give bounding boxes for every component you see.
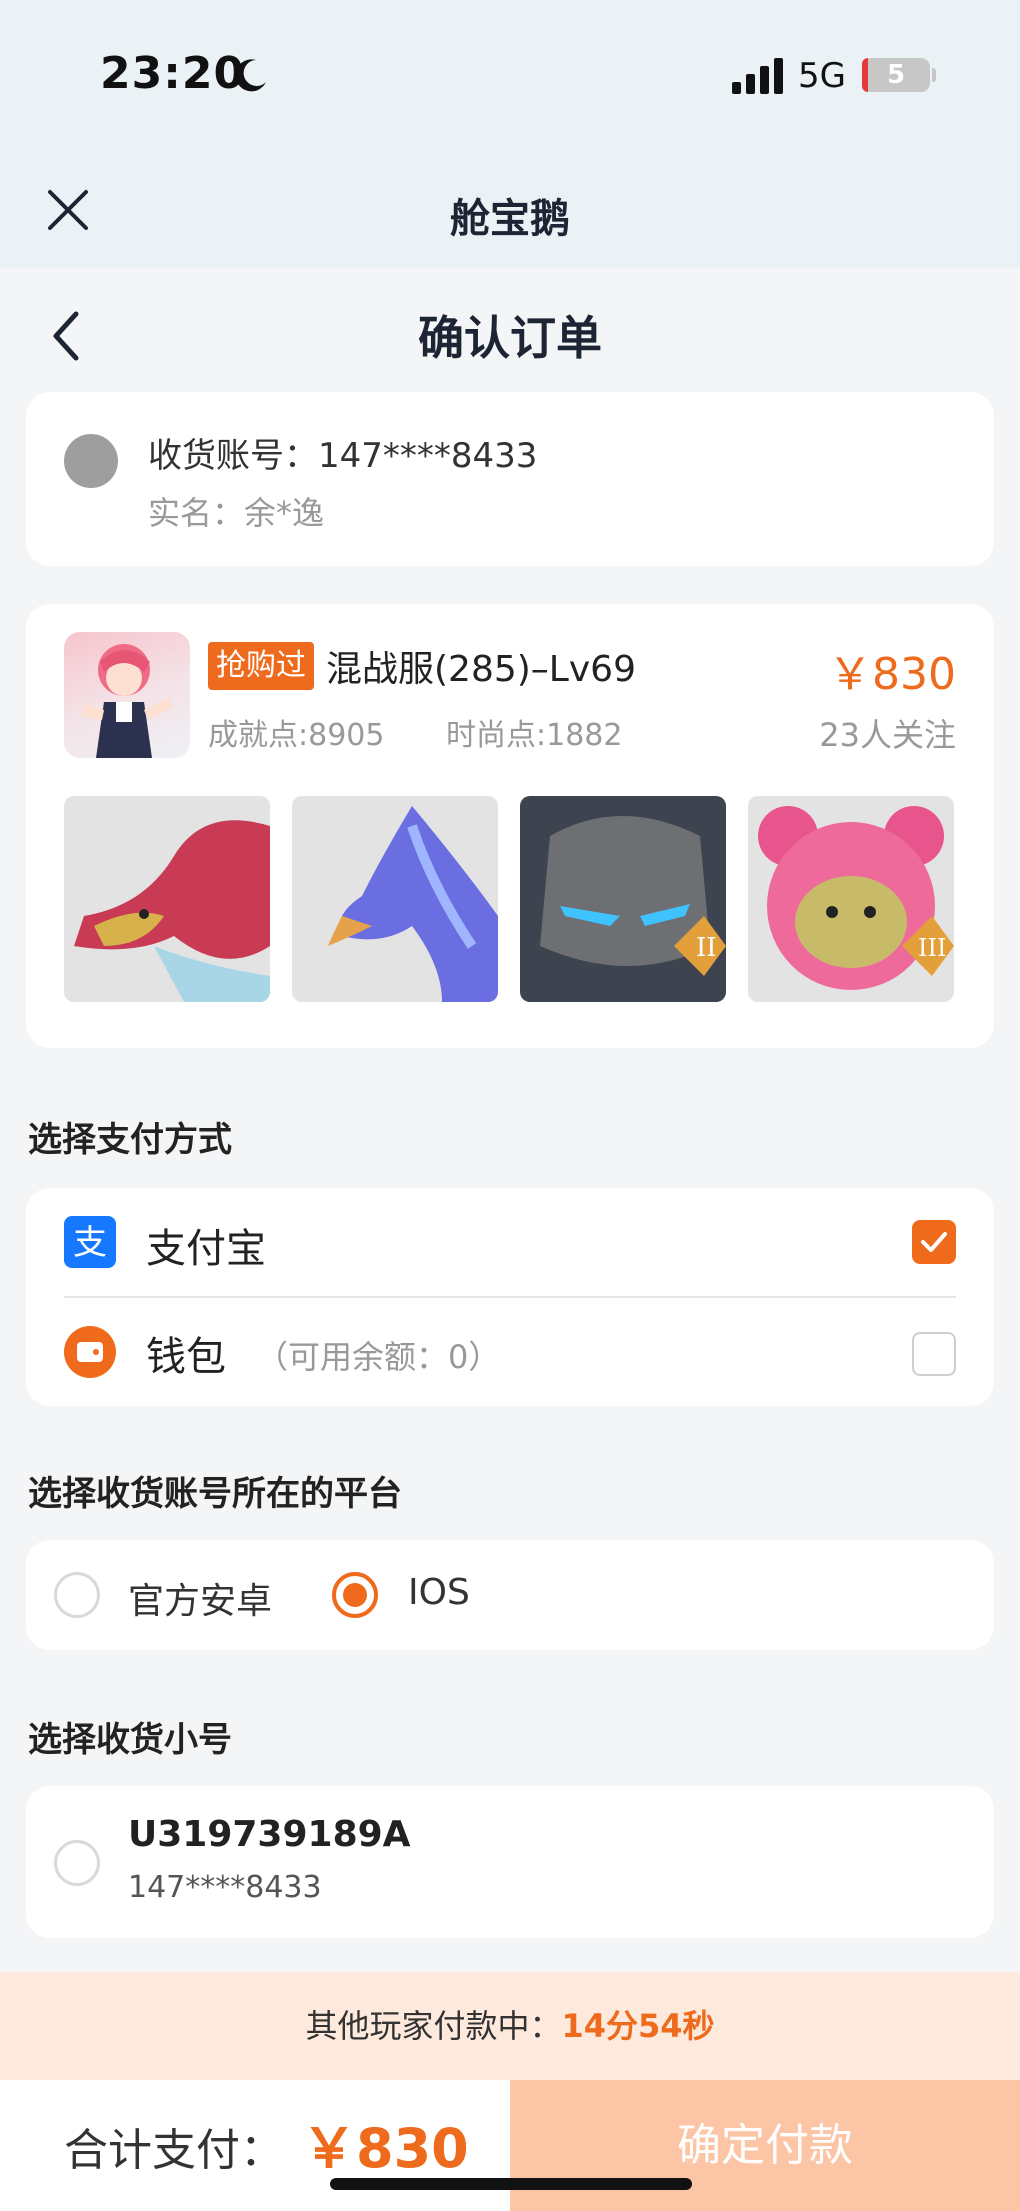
total-amount: ￥830 (302, 2117, 469, 2180)
platform-section-title: 选择收货账号所在的平台 (28, 1474, 402, 1514)
app-title: 舱宝鹅 (450, 196, 570, 242)
platform-card: 官方安卓 IOS (26, 1540, 994, 1650)
wallet-icon (64, 1326, 116, 1378)
purchased-badge: 抢购过 (208, 642, 314, 690)
product-card[interactable]: 抢购过 混战服(285)–Lv69 ￥830 成就点:8905 时尚点:1882… (26, 604, 994, 1048)
item-thumbnail-bear[interactable]: III (748, 796, 954, 1002)
android-label[interactable]: 官方安卓 (128, 1572, 272, 1624)
sub-account-id: U319739189A (128, 1814, 411, 1855)
product-price: ￥830 (828, 649, 956, 700)
alipay-checkbox[interactable] (912, 1220, 956, 1264)
payment-divider (64, 1296, 956, 1298)
ios-label[interactable]: IOS (408, 1572, 470, 1613)
svg-text:II: II (696, 933, 717, 963)
page-title: 确认订单 (418, 311, 602, 365)
wallet-balance-note: （可用余额：0） (256, 1338, 501, 1376)
character-avatar (64, 632, 190, 758)
moon-icon (235, 59, 266, 92)
sub-account-phone: 147****8433 (128, 1870, 322, 1905)
android-radio[interactable] (54, 1572, 100, 1618)
item-thumbnail-phoenix[interactable] (292, 796, 498, 1002)
recipient-account: 收货账号：147****8433 (148, 436, 538, 476)
sub-account-section-title: 选择收货小号 (28, 1720, 232, 1760)
item-thumbnail-dragon[interactable] (64, 796, 270, 1002)
ios-radio[interactable] (332, 1572, 378, 1618)
svg-text:III: III (918, 934, 946, 962)
page-header: 确认订单 (0, 268, 1020, 398)
countdown-bar: 其他玩家付款中：14分54秒 (0, 1972, 1020, 2080)
check-icon (921, 1232, 947, 1252)
payment-section-title: 选择支付方式 (28, 1120, 232, 1160)
wallet-checkbox[interactable] (912, 1332, 956, 1376)
network-type: 5G (798, 56, 846, 96)
alipay-label[interactable]: 支付宝 (146, 1216, 266, 1274)
battery-icon: 5 (862, 58, 930, 92)
sub-account-radio[interactable] (54, 1840, 100, 1886)
followers-count: 23人关注 (819, 716, 956, 754)
recipient-realname: 实名：余*逸 (148, 494, 325, 532)
alipay-icon: 支 (64, 1216, 116, 1268)
battery-cap (932, 68, 936, 82)
home-indicator (330, 2178, 692, 2190)
status-time: 23:20 (100, 48, 246, 99)
svg-text:支: 支 (73, 1223, 107, 1263)
achievement-points: 成就点:8905 (208, 718, 385, 753)
item-thumbnail-golem[interactable]: II (520, 796, 726, 1002)
checkout-footer: 合计支付： ￥830 确定付款 (0, 2080, 1020, 2211)
recipient-avatar (64, 434, 118, 488)
sub-account-card[interactable]: U319739189A 147****8433 (26, 1786, 994, 1938)
status-bar: 23:20 5G 5 (0, 0, 1020, 160)
fashion-points: 时尚点:1882 (446, 718, 623, 753)
confirm-payment-button[interactable]: 确定付款 (510, 2080, 1020, 2211)
payment-method-card: 支 支付宝 钱包 （可用余额：0） (26, 1188, 994, 1406)
miniapp-header: 舱宝鹅 (0, 160, 1020, 268)
countdown-time: 14分54秒 (561, 2007, 715, 2045)
product-title: 混战服(285)–Lv69 (326, 649, 636, 690)
signal-icon (732, 58, 783, 94)
total-label: 合计支付： (64, 2125, 284, 2176)
wallet-label[interactable]: 钱包 (146, 1324, 226, 1382)
recipient-card: 收货账号：147****8433 实名：余*逸 (26, 392, 994, 566)
countdown-prefix: 其他玩家付款中： (305, 2007, 562, 2045)
